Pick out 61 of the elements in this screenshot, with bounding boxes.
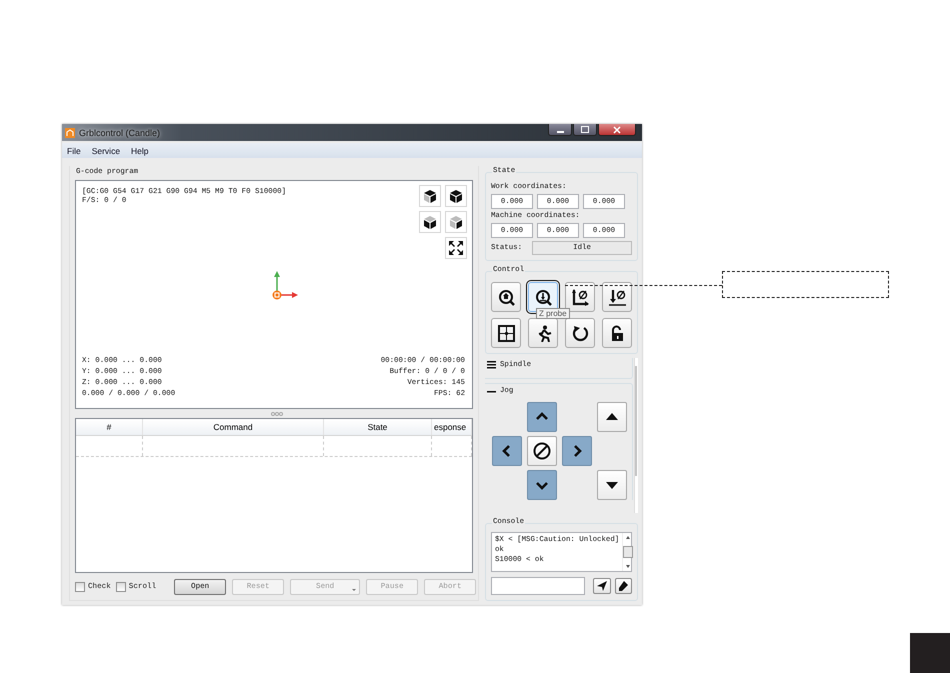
paper-plane-icon — [596, 581, 607, 591]
clear-button[interactable] — [614, 578, 632, 594]
checkbox[interactable] — [116, 582, 126, 592]
send-button[interactable] — [593, 578, 610, 594]
eraser-icon — [618, 581, 628, 591]
control-button[interactable] — [565, 318, 595, 348]
close-button[interactable] — [598, 124, 636, 136]
left-view-icon — [423, 214, 437, 230]
menu-icon[interactable] — [487, 361, 496, 369]
view-button[interactable] — [419, 211, 441, 233]
control-button[interactable] — [565, 282, 595, 312]
control-button[interactable] — [528, 318, 558, 348]
jog-button[interactable] — [492, 436, 522, 466]
jog-button[interactable] — [597, 402, 627, 432]
top-view-icon — [423, 188, 437, 204]
view-button[interactable] — [445, 211, 467, 233]
zero-z-icon — [608, 288, 626, 306]
checkbox[interactable] — [75, 582, 85, 592]
zero-xy-icon — [572, 288, 588, 306]
app-icon — [65, 128, 75, 138]
jog-button[interactable] — [562, 436, 592, 466]
control-button[interactable] — [528, 282, 558, 312]
jog-button[interactable] — [527, 436, 557, 466]
window-title: Grblcontrol (Candle) — [79, 128, 160, 138]
column-header: # — [76, 419, 143, 435]
command-field[interactable] — [491, 577, 585, 595]
prohibited-sign-icon — [532, 441, 552, 461]
crosshair-frame-icon — [498, 324, 514, 342]
home-search-icon — [498, 288, 514, 306]
jog-button[interactable] — [597, 470, 627, 500]
scroll-up-icon[interactable] — [626, 536, 630, 539]
tooltip: Z probe — [536, 308, 570, 319]
close-icon — [613, 126, 621, 134]
view-button[interactable] — [445, 185, 467, 207]
front-view-icon — [449, 188, 463, 204]
page-corner-block — [910, 633, 950, 673]
maximize-button[interactable] — [573, 124, 597, 136]
dropdown-arrow-icon — [352, 589, 356, 591]
scroll-thumb[interactable] — [623, 546, 634, 558]
circular-arrow-icon — [572, 324, 588, 342]
column-header: State — [324, 419, 432, 435]
view-button[interactable] — [445, 237, 467, 259]
control-button[interactable] — [602, 282, 632, 312]
jog-button[interactable] — [527, 470, 557, 500]
menu-item[interactable]: Help — [131, 146, 149, 156]
menu-item[interactable]: File — [67, 146, 81, 156]
right-view-icon — [449, 214, 463, 230]
scroll-down-icon[interactable] — [626, 565, 630, 568]
fit-view-icon — [448, 240, 464, 256]
minimize-button[interactable] — [548, 124, 572, 136]
control-button[interactable] — [491, 318, 521, 348]
maximize-icon — [581, 126, 589, 133]
column-header: esponse — [432, 419, 472, 435]
menu-item[interactable]: Service — [92, 146, 120, 156]
probe-search-icon — [534, 288, 552, 306]
splitter-handle-icon[interactable] — [270, 412, 282, 416]
column-header: Command — [143, 419, 324, 435]
control-button[interactable] — [602, 318, 632, 348]
control-button[interactable] — [491, 282, 521, 312]
jog-button[interactable] — [527, 402, 557, 432]
view-button[interactable] — [419, 185, 441, 207]
